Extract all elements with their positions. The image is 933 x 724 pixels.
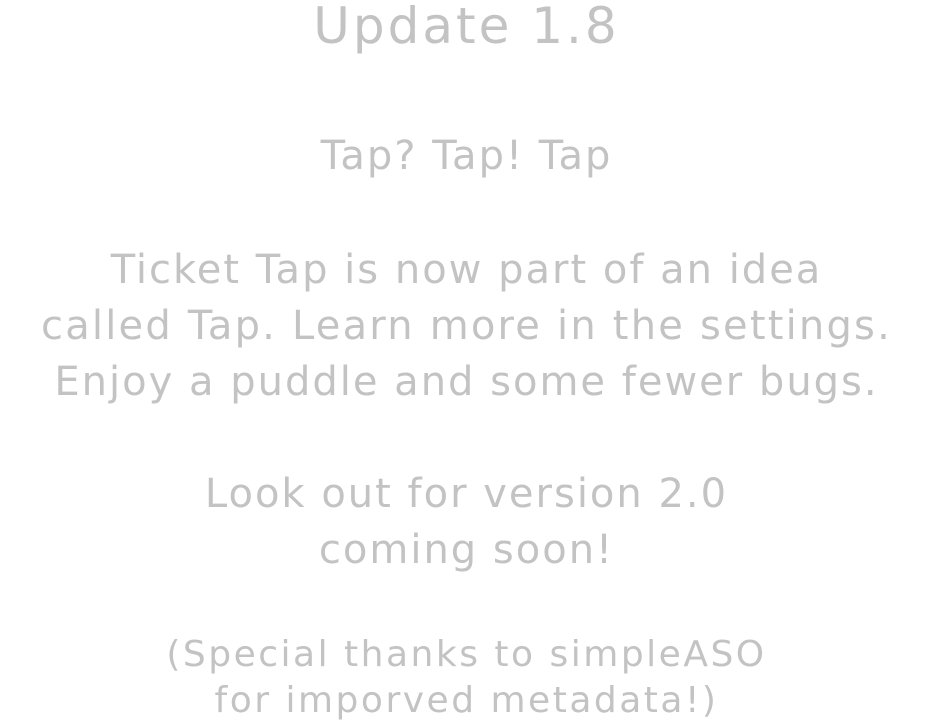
announcement-line-1: Look out for version 2.0 [204, 471, 729, 517]
thanks-note-line-1: (Special thanks to simpleASO [166, 634, 767, 675]
update-title: Update 1.8 [313, 0, 620, 55]
update-body-line-1: Ticket Tap is now part of an idea [110, 247, 823, 293]
thanks-note-line-2: for imporved metadata!) [214, 680, 719, 721]
update-body-line-2: called Tap. Learn more in the settings. [41, 303, 892, 349]
update-notes-screen: Update 1.8 Tap? Tap! Tap Ticket Tap is n… [0, 0, 933, 723]
announcement-line-2: coming soon! [318, 527, 615, 573]
update-body-line-3: Enjoy a puddle and some fewer bugs. [54, 359, 879, 405]
update-subtitle: Tap? Tap! Tap [320, 133, 613, 179]
